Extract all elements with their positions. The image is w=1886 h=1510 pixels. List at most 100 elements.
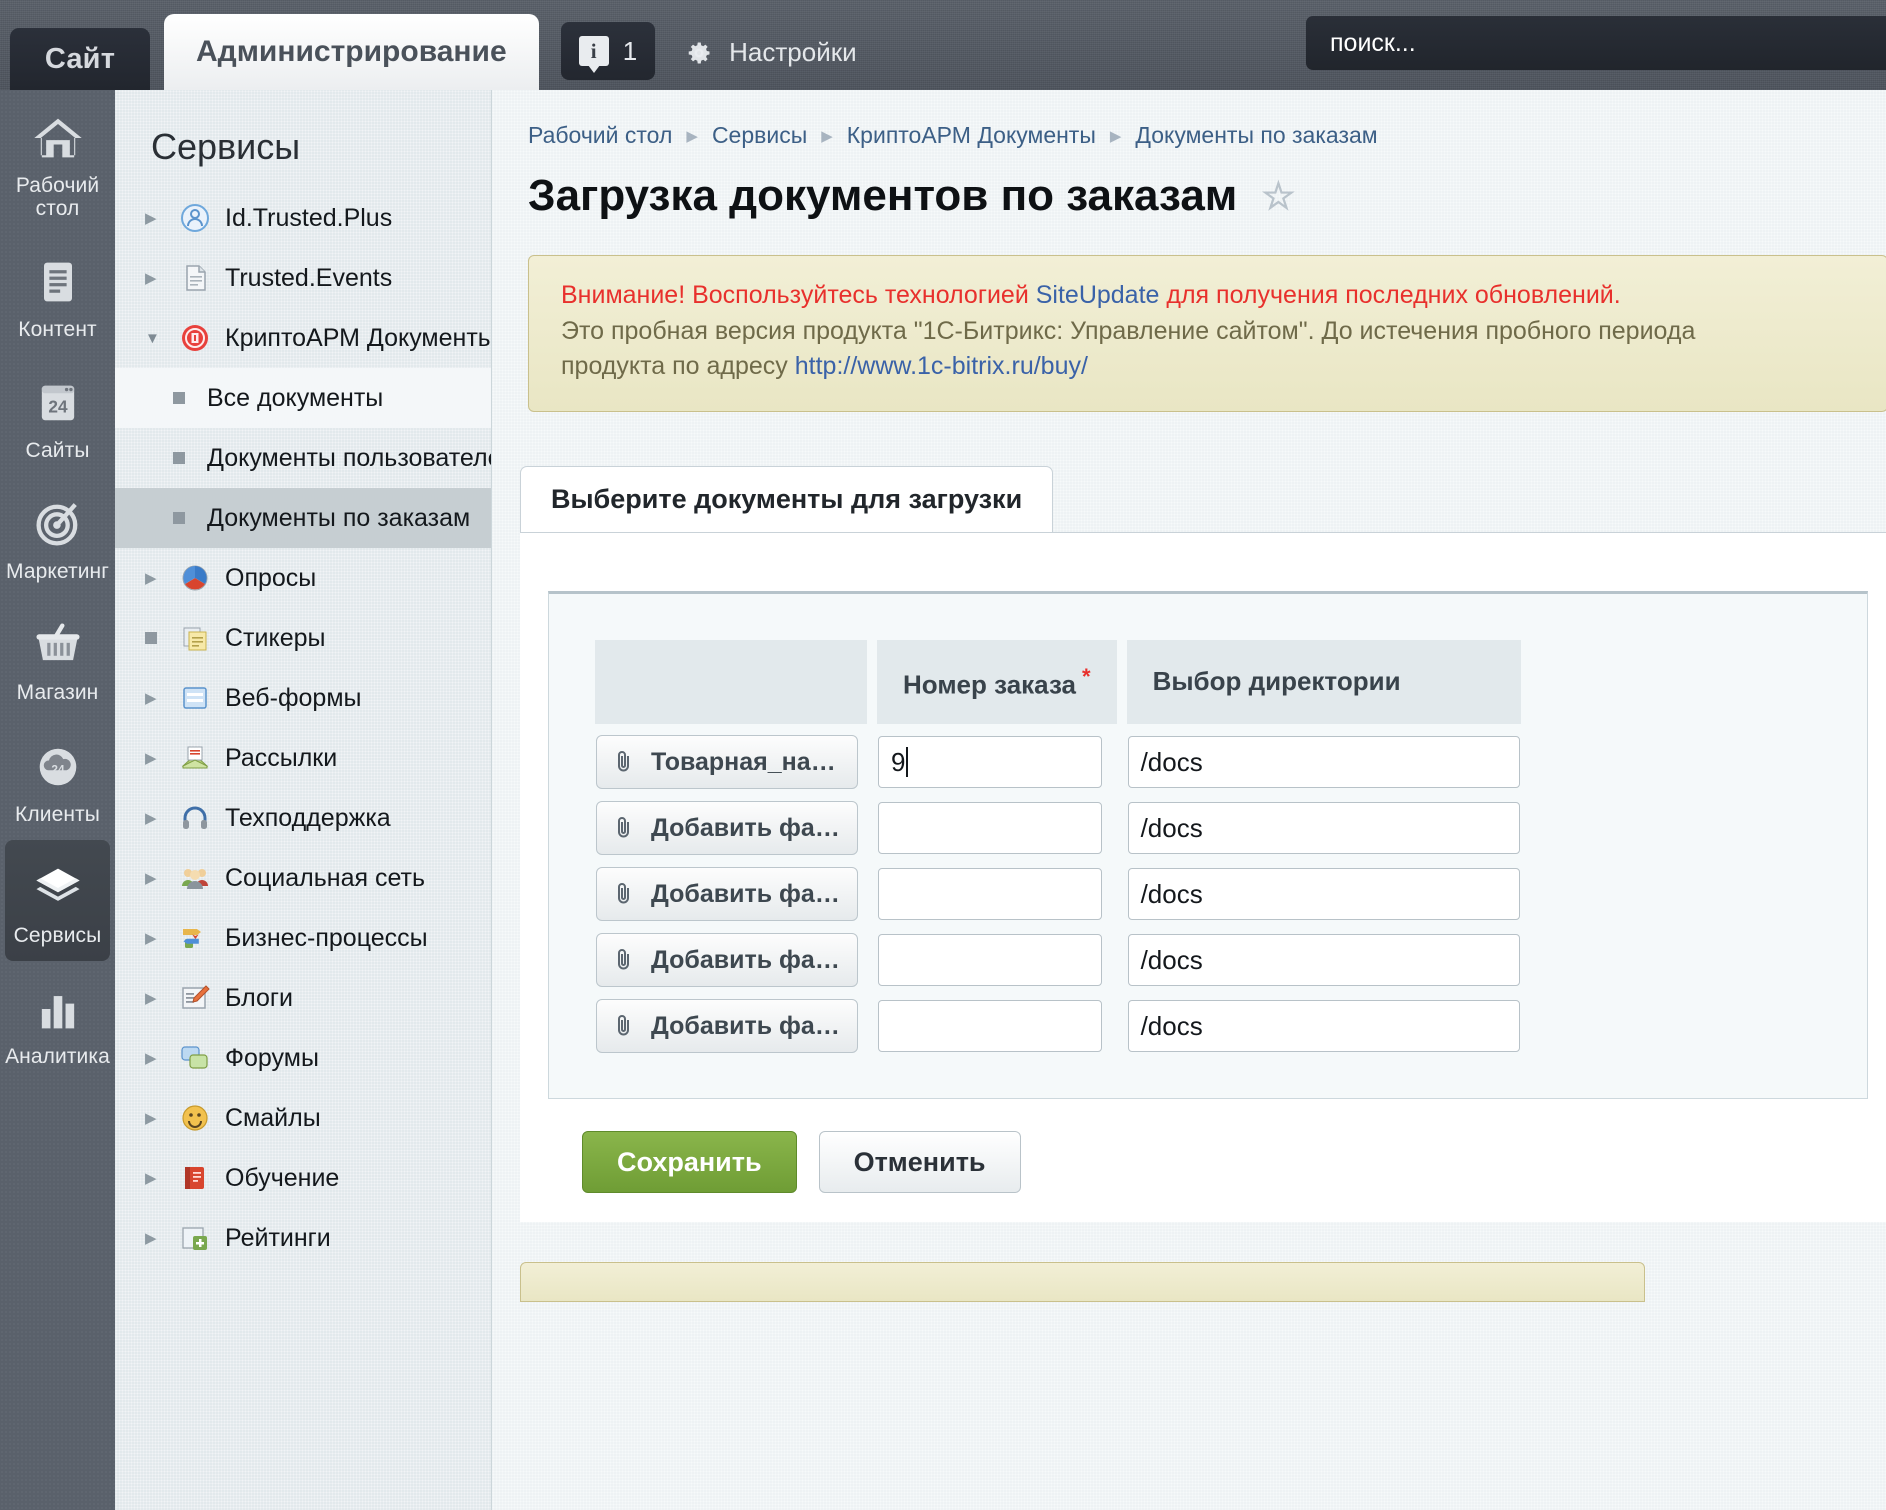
chevron-right-icon[interactable]: ▶ [145, 1171, 169, 1186]
warning-line-1: Внимание! Воспользуйтесь технологией Sit… [561, 278, 1859, 314]
tree-item-forums[interactable]: ▶ Форумы [115, 1028, 491, 1088]
tree-item-label: Стикеры [225, 624, 325, 653]
directory-input-1[interactable]: /docs [1128, 802, 1520, 854]
upload-table: Номер заказа* Выбор директории Товарна [585, 630, 1531, 1065]
order-input-4[interactable] [878, 1000, 1102, 1052]
tree-item-cryptoarm-documents[interactable]: ▼ КриптоАРМ Документы [115, 308, 491, 368]
tree-item-label: Id.Trusted.Plus [225, 204, 392, 233]
rail-item-services[interactable]: Сервисы [5, 840, 110, 961]
chevron-right-icon[interactable]: ▶ [145, 811, 169, 826]
tree-item-label: Все документы [207, 384, 383, 413]
tab-administration[interactable]: Администрирование [164, 14, 539, 90]
book-icon [179, 1162, 211, 1194]
directory-input-value: /docs [1141, 813, 1203, 844]
tree-item-trusted-events[interactable]: ▶ Trusted.Events [115, 248, 491, 308]
tree-title: Сервисы [115, 90, 491, 188]
tree-item-label: Смайлы [225, 1104, 321, 1133]
file-button-4[interactable]: Добавить файл [596, 999, 858, 1053]
directory-input-value: /docs [1141, 1011, 1203, 1042]
tree-item-all-documents[interactable]: Все документы [115, 368, 491, 428]
tree-item-web-forms[interactable]: ▶ Веб-формы [115, 668, 491, 728]
notifications-button[interactable]: i 1 [561, 22, 655, 80]
directory-input-0[interactable]: /docs [1128, 736, 1520, 788]
rail-item-content[interactable]: Контент [0, 234, 115, 355]
tab-site[interactable]: Сайт [10, 28, 150, 90]
directory-input-value: /docs [1141, 747, 1203, 778]
cloud-24-icon: 24 [30, 741, 86, 793]
directory-input-3[interactable]: /docs [1128, 934, 1520, 986]
chevron-right-icon[interactable]: ▶ [145, 991, 169, 1006]
tree-item-smiles[interactable]: ▶ Смайлы [115, 1088, 491, 1148]
chevron-right-icon[interactable]: ▶ [145, 1051, 169, 1066]
tree-item-user-documents[interactable]: Документы пользователей [115, 428, 491, 488]
rail-item-marketing[interactable]: Маркетинг [0, 476, 115, 597]
file-button-label: Товарная_накл… [651, 748, 841, 777]
breadcrumb-item-desktop[interactable]: Рабочий стол [528, 122, 672, 149]
chevron-right-icon[interactable]: ▶ [145, 1231, 169, 1246]
file-button-2[interactable]: Добавить файл [596, 867, 858, 921]
chevron-right-icon[interactable]: ▶ [145, 571, 169, 586]
tree-item-stickers[interactable]: Стикеры [115, 608, 491, 668]
tree-item-order-documents[interactable]: Документы по заказам [115, 488, 491, 548]
tree-item-blogs[interactable]: ▶ Блоги [115, 968, 491, 1028]
directory-input-4[interactable]: /docs [1128, 1000, 1520, 1052]
rail-label: Сайты [25, 439, 89, 462]
seal-red-icon [179, 322, 211, 354]
tree-item-learning[interactable]: ▶ Обучение [115, 1148, 491, 1208]
breadcrumb-item-services[interactable]: Сервисы [712, 122, 807, 149]
order-input-3[interactable] [878, 934, 1102, 986]
chevron-right-icon[interactable]: ▶ [145, 1111, 169, 1126]
tree-item-id-trusted-plus[interactable]: ▶ Id.Trusted.Plus [115, 188, 491, 248]
siteupdate-link[interactable]: SiteUpdate [1036, 281, 1160, 309]
file-button-3[interactable]: Добавить файл [596, 933, 858, 987]
star-icon[interactable]: ☆ [1261, 174, 1295, 219]
order-cell [877, 866, 1117, 922]
cancel-button[interactable]: Отменить [819, 1131, 1021, 1193]
text-caret [906, 747, 908, 777]
file-button-1[interactable]: Добавить файл [596, 801, 858, 855]
layers-icon [30, 862, 86, 914]
save-button[interactable]: Сохранить [582, 1131, 797, 1193]
chevron-right-icon[interactable]: ▶ [145, 751, 169, 766]
order-input-0[interactable]: 9 [878, 736, 1102, 788]
breadcrumb-item-cryptoarm[interactable]: КриптоАРМ Документы [847, 122, 1096, 149]
tree-item-label: Техподдержка [225, 804, 391, 833]
tab-select-documents[interactable]: Выберите документы для загрузки [520, 466, 1053, 532]
tree-item-ratings[interactable]: ▶ Рейтинги [115, 1208, 491, 1268]
rail-item-analytics[interactable]: Аналитика [0, 961, 115, 1082]
file-button-label: Добавить файл [651, 1012, 841, 1041]
breadcrumb-item-order-documents[interactable]: Документы по заказам [1135, 122, 1377, 149]
tree-item-mailings[interactable]: ▶ Рассылки [115, 728, 491, 788]
page-icon [179, 262, 211, 294]
settings-button[interactable]: Настройки [685, 37, 857, 68]
page-title: Загрузка документов по заказам [528, 171, 1237, 221]
people-icon [179, 862, 211, 894]
directory-input-2[interactable]: /docs [1128, 868, 1520, 920]
buy-link[interactable]: http://www.1c-bitrix.ru/buy/ [795, 352, 1088, 380]
directory-cell: /docs [1127, 734, 1521, 790]
bottom-notice-strip [520, 1262, 1645, 1302]
tree-item-polls[interactable]: ▶ Опросы [115, 548, 491, 608]
chevron-right-icon[interactable]: ▶ [145, 691, 169, 706]
chevron-right-icon[interactable]: ▶ [145, 931, 169, 946]
order-input-2[interactable] [878, 868, 1102, 920]
file-button-0[interactable]: Товарная_накл… [596, 735, 858, 789]
tree-item-business-processes[interactable]: ▶ Бизнес-процессы [115, 908, 491, 968]
tree-item-social-network[interactable]: ▶ Социальная сеть [115, 848, 491, 908]
order-input-1[interactable] [878, 802, 1102, 854]
rail-item-sites[interactable]: 24 Сайты [0, 355, 115, 476]
table-header-file [595, 640, 867, 725]
order-cell [877, 800, 1117, 856]
chevron-right-icon[interactable]: ▶ [145, 271, 169, 286]
rail-item-clients[interactable]: 24 Клиенты [0, 719, 115, 840]
chevron-right-icon[interactable]: ▶ [145, 211, 169, 226]
tree-item-label: Веб-формы [225, 684, 361, 713]
rail-item-desktop[interactable]: Рабочий стол [0, 90, 115, 234]
search-input[interactable]: поиск... [1306, 16, 1886, 70]
chevron-down-icon[interactable]: ▼ [145, 331, 169, 346]
tree-item-support[interactable]: ▶ Техподдержка [115, 788, 491, 848]
rail-item-shop[interactable]: Магазин [0, 597, 115, 718]
gear-icon [685, 39, 713, 67]
tree-item-label: Социальная сеть [225, 864, 425, 893]
chevron-right-icon[interactable]: ▶ [145, 871, 169, 886]
